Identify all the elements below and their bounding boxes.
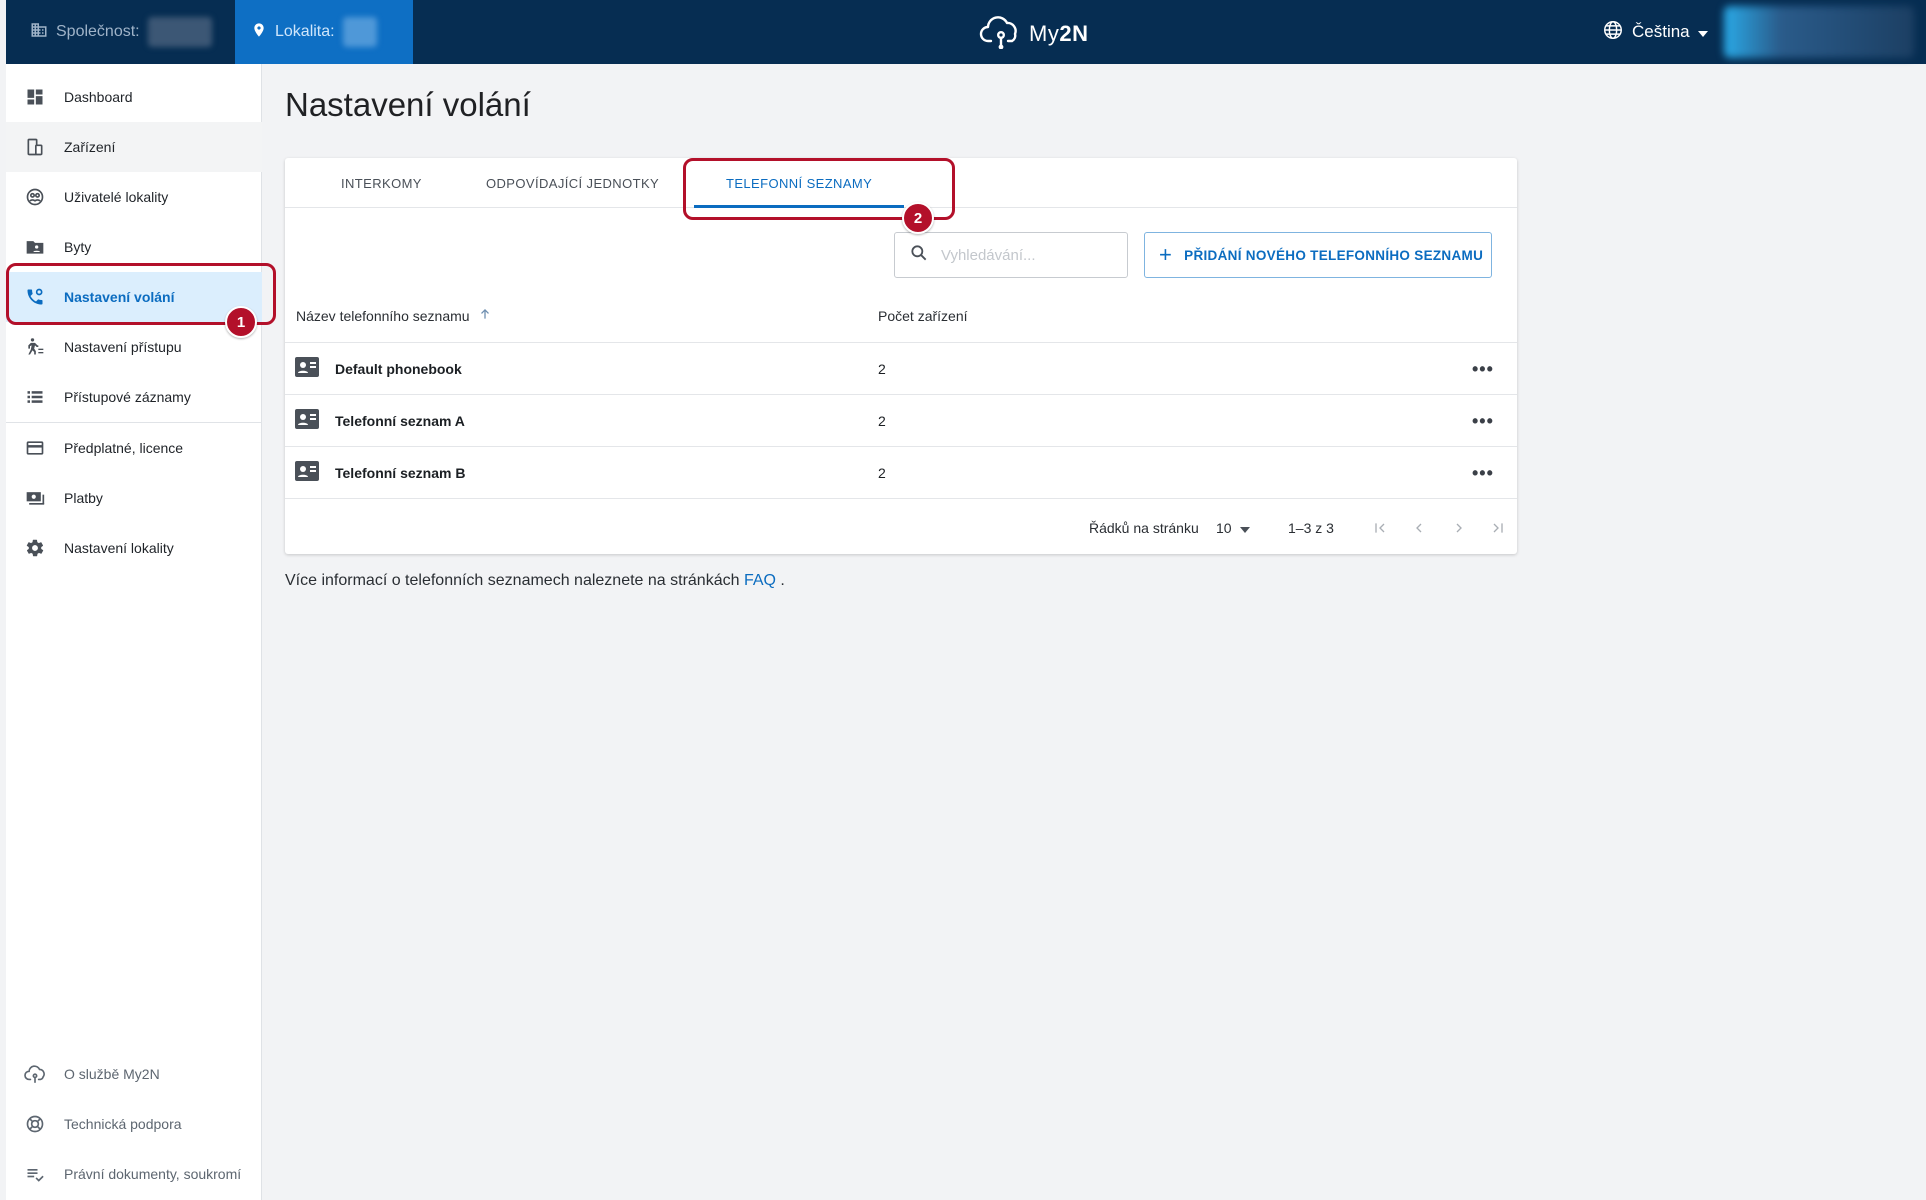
access-log-icon <box>24 386 46 408</box>
faq-info-end: . <box>780 572 785 589</box>
company-selector[interactable]: Společnost: <box>6 0 235 64</box>
location-label: Lokalita: <box>275 23 335 40</box>
sidebar-footer-support[interactable]: Technická podpora <box>6 1099 262 1149</box>
column-header-count[interactable]: Počet zařízení <box>878 288 968 343</box>
search-input[interactable] <box>941 246 1111 264</box>
table-header: Název telefonního seznamu Počet zařízení <box>285 288 1517 343</box>
phonebook-name: Telefonní seznam B <box>335 465 466 481</box>
sidebar-item-label: Byty <box>64 239 92 255</box>
column-header-label: Název telefonního seznamu <box>296 307 470 324</box>
devices-icon <box>24 136 46 158</box>
page-range: 1–3 z 3 <box>1288 520 1334 536</box>
caret-down-icon <box>1697 22 1708 42</box>
sidebar-item-dashboard[interactable]: Dashboard <box>6 72 262 122</box>
legal-icon <box>24 1163 46 1185</box>
sidebar-item-subscription[interactable]: Předplatné, licence <box>6 423 262 473</box>
sidebar-footer-legal[interactable]: Právní dokumenty, soukromí <box>6 1149 262 1199</box>
my2n-logo[interactable]: My2N <box>979 13 1088 55</box>
sidebar-item-devices[interactable]: Zařízení <box>6 122 262 172</box>
rows-per-page-label: Řádků na stránku <box>1089 520 1199 536</box>
language-label: Čeština <box>1632 22 1690 41</box>
add-phonebook-label: PŘIDÁNÍ NOVÉHO TELEFONNÍHO SEZNAMU <box>1184 247 1484 263</box>
sidebar-item-label: Zařízení <box>64 139 116 155</box>
logo-text: My2N <box>1029 21 1089 46</box>
device-count: 2 <box>878 465 886 481</box>
pagination: Řádků na stránku 10 1–3 z 3 <box>285 504 1517 552</box>
annotation-badge-1: 1 <box>225 306 257 338</box>
top-bar: Společnost: Lokalita: My2N Čeština <box>6 0 1926 64</box>
device-count: 2 <box>878 361 886 377</box>
sidebar-footer-about[interactable]: O službě My2N <box>6 1049 262 1099</box>
rows-per-page-select[interactable]: 10 <box>1216 504 1250 552</box>
more-options-icon[interactable]: ••• <box>1472 343 1494 395</box>
sidebar-item-label: Uživatelé lokality <box>64 189 169 205</box>
sidebar: Dashboard Zařízení Uživatelé lokality By… <box>6 64 262 1200</box>
next-page-icon[interactable] <box>1447 516 1471 540</box>
column-header-name[interactable]: Název telefonního seznamu <box>296 288 492 343</box>
dashboard-icon <box>24 86 46 108</box>
first-page-icon[interactable] <box>1368 516 1392 540</box>
apartments-icon <box>24 236 46 258</box>
sidebar-item-site-users[interactable]: Uživatelé lokality <box>6 172 262 222</box>
tab-intercoms[interactable]: INTERKOMY <box>341 158 422 208</box>
sidebar-item-payments[interactable]: Platby <box>6 473 262 523</box>
annotation-badge-2: 2 <box>902 202 934 234</box>
subscription-icon <box>24 437 46 459</box>
sidebar-item-label: Předplatné, licence <box>64 440 184 456</box>
location-selector[interactable]: Lokalita: <box>235 0 413 64</box>
faq-info: Více informací o telefonních seznamech n… <box>285 572 785 590</box>
sidebar-item-label: Technická podpora <box>64 1116 182 1132</box>
phonebook-name: Telefonní seznam A <box>335 413 465 429</box>
tab-answering-units[interactable]: ODPOVÍDAJÍCÍ JEDNOTKY <box>486 158 659 208</box>
location-pin-icon <box>251 21 267 44</box>
sidebar-item-label: Právní dokumenty, soukromí <box>64 1166 242 1182</box>
sidebar-item-label: Přístupové záznamy <box>64 389 191 405</box>
support-icon <box>24 1113 46 1135</box>
contact-card-icon <box>295 409 319 432</box>
building-icon <box>30 21 48 44</box>
company-value-blurred <box>147 17 212 47</box>
sidebar-item-site-settings[interactable]: Nastavení lokality <box>6 523 262 573</box>
phonebook-name: Default phonebook <box>335 361 462 377</box>
table-row[interactable]: Default phonebook 2 ••• <box>285 343 1517 395</box>
payments-icon <box>24 487 46 509</box>
contact-card-icon <box>295 461 319 484</box>
sidebar-item-label: Nastavení přístupu <box>64 339 182 355</box>
table-row[interactable]: Telefonní seznam B 2 ••• <box>285 447 1517 499</box>
sidebar-item-label: O službě My2N <box>64 1066 160 1082</box>
company-label: Společnost: <box>56 23 140 40</box>
add-phonebook-button[interactable]: + PŘIDÁNÍ NOVÉHO TELEFONNÍHO SEZNAMU <box>1144 232 1492 278</box>
cloud-logo-icon <box>979 13 1023 55</box>
sidebar-item-label: Platby <box>64 490 103 506</box>
sidebar-item-access-log[interactable]: Přístupové záznamy <box>6 372 262 422</box>
cloud-icon <box>24 1063 46 1085</box>
search-icon <box>909 243 929 268</box>
access-settings-icon <box>24 336 46 358</box>
globe-icon <box>1602 19 1624 46</box>
rows-per-page-value: 10 <box>1216 520 1232 536</box>
faq-link[interactable]: FAQ <box>744 572 776 589</box>
user-menu-blurred[interactable] <box>1724 6 1914 58</box>
more-options-icon[interactable]: ••• <box>1472 447 1494 499</box>
device-count: 2 <box>878 413 886 429</box>
users-icon <box>24 186 46 208</box>
search-field[interactable] <box>894 232 1128 278</box>
sort-ascending-icon[interactable] <box>478 307 492 324</box>
gear-icon <box>24 537 46 559</box>
table-row[interactable]: Telefonní seznam A 2 ••• <box>285 395 1517 447</box>
sidebar-item-label: Dashboard <box>64 89 133 105</box>
faq-info-text: Více informací o telefonních seznamech n… <box>285 572 740 589</box>
previous-page-icon[interactable] <box>1407 516 1431 540</box>
sidebar-item-access-settings[interactable]: Nastavení přístupu <box>6 322 262 372</box>
location-value-blurred <box>342 17 377 47</box>
page-title: Nastavení volání <box>285 86 531 123</box>
sidebar-item-label: Nastavení lokality <box>64 540 174 556</box>
more-options-icon[interactable]: ••• <box>1472 395 1494 447</box>
plus-icon: + <box>1159 242 1173 267</box>
caret-down-icon <box>1239 520 1250 536</box>
last-page-icon[interactable] <box>1486 516 1510 540</box>
language-selector[interactable]: Čeština <box>1602 0 1708 64</box>
contact-card-icon <box>295 357 319 380</box>
